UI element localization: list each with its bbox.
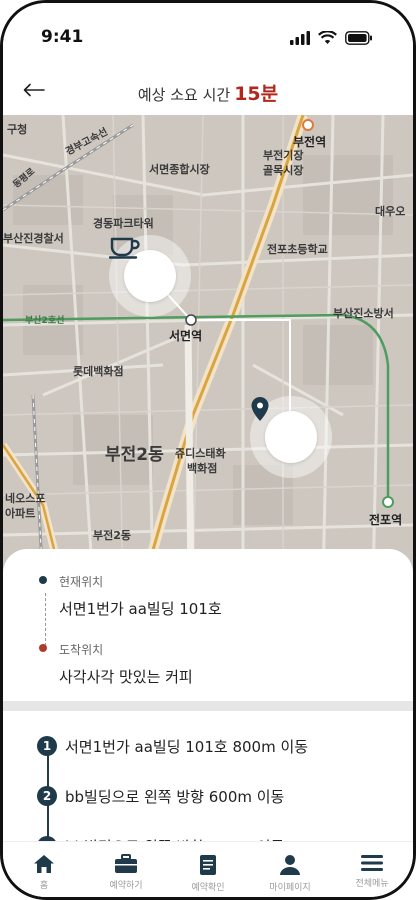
map-label: 쥬디스태화: [175, 447, 226, 460]
location-pin-icon: [251, 397, 269, 421]
arrival-location-label: 도착위치: [59, 643, 104, 657]
tab-all-menu[interactable]: 전체메뉴: [331, 842, 413, 897]
menu-icon: [361, 855, 383, 871]
map-label: 골목시장: [263, 164, 304, 177]
status-icons: [290, 31, 373, 45]
map-label: 부전2동: [105, 445, 164, 465]
battery-icon: [345, 31, 372, 45]
step-text: 서면1번가 aa빌딩 101호 800m 이동: [65, 737, 309, 756]
tab-reserve[interactable]: 예약하기: [85, 842, 167, 897]
map-label: 백화점: [187, 462, 218, 475]
tab-bar: 홈 예약하기 예약확인 마이페이지 전체메뉴: [3, 841, 413, 897]
map-label: 구청: [7, 123, 28, 136]
tab-label: 예약확인: [191, 883, 225, 893]
arrival-location-value: 사각사각 맛있는 커피: [59, 668, 193, 686]
route-step: 1 서면1번가 aa빌딩 101호 800m 이동: [37, 735, 308, 757]
map-label: 대우오: [375, 205, 406, 218]
arrival-location: 도착위치 사각사각 맛있는 커피: [39, 641, 193, 687]
destination-marker[interactable]: [250, 396, 332, 478]
map-label: 전포역: [369, 513, 403, 527]
route-sheet: 현재위치 서면1번가 aa빌딩 101호 도착위치 사각사각 맛있는 커피 1 …: [3, 549, 413, 849]
estimated-minutes: 15분: [234, 83, 279, 105]
user-icon: [280, 855, 300, 875]
route-step: 2 bb빌딩으로 왼쪽 방향 600m 이동: [37, 785, 284, 807]
header: 예상 소요 시간 15분: [3, 65, 413, 115]
map-label: 서면역: [169, 329, 203, 343]
current-location-value: 서면1번가 aa빌딩 101호: [59, 600, 222, 618]
briefcase-icon: [115, 854, 137, 873]
map-label: 부산2호선: [25, 316, 65, 326]
title-prefix: 예상 소요 시간: [137, 86, 231, 104]
map-label: 아파트: [5, 507, 36, 520]
tab-reservation-check[interactable]: 예약확인: [167, 842, 249, 897]
page-title: 예상 소요 시간 15분: [3, 79, 413, 106]
wifi-icon: [318, 31, 337, 44]
step-number: 1: [37, 736, 57, 756]
phone-frame: 9:41 예상 소요 시간 15분 구청 경부고속선 동평로 서면종합시장 부전…: [0, 0, 416, 900]
status-time: 9:41: [41, 27, 84, 47]
tab-label: 전체메뉴: [355, 879, 389, 889]
step-text: bb빌딩으로 왼쪽 방향 600m 이동: [65, 787, 285, 806]
current-location-dot: [39, 576, 47, 584]
coffee-cup-icon: [109, 237, 140, 259]
map-label: 부산진경찰서: [3, 232, 64, 245]
arrival-location-dot: [39, 644, 47, 652]
current-location: 현재위치 서면1번가 aa빌딩 101호: [39, 573, 222, 619]
tab-label: 홈: [39, 881, 49, 891]
map-label: 부전2동: [93, 529, 132, 542]
document-icon: [200, 855, 216, 875]
tab-label: 마이페이지: [269, 883, 311, 893]
tab-home[interactable]: 홈: [3, 842, 85, 897]
current-location-label: 현재위치: [59, 575, 104, 589]
map-label: 경동파크타워: [93, 217, 154, 230]
map-label: 롯데백화점: [73, 365, 124, 378]
step-number: 2: [37, 786, 57, 806]
origin-marker[interactable]: [109, 235, 191, 317]
map-view[interactable]: 구청 경부고속선 동평로 서면종합시장 부전기장 골목시장 부전역 대우오 경동…: [3, 115, 413, 585]
map-label: 네오스포: [5, 492, 46, 505]
map-label: 부산진소방서: [333, 307, 394, 320]
home-icon: [34, 855, 54, 873]
map-label: 서면종합시장: [149, 163, 210, 176]
signal-icon: [290, 31, 310, 45]
tab-label: 예약하기: [109, 881, 143, 891]
map-label: 부전역: [293, 135, 327, 149]
tab-mypage[interactable]: 마이페이지: [249, 842, 331, 897]
map-label: 전포초등학교: [267, 243, 328, 256]
section-divider: [3, 701, 413, 711]
map-background: [3, 115, 413, 585]
